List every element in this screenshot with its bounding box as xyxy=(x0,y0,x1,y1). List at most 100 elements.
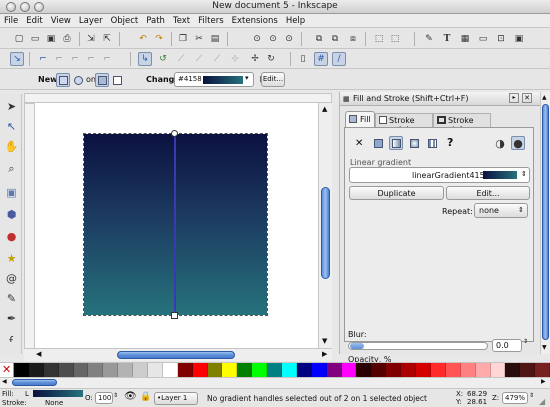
dialog-collapse-icon[interactable]: ▸ xyxy=(509,93,519,103)
fill-rule-nonzero-icon[interactable]: ● xyxy=(511,136,525,150)
scroll-up-icon[interactable]: ▲ xyxy=(322,105,327,113)
palette-swatch[interactable] xyxy=(58,363,74,377)
palette-swatch[interactable] xyxy=(73,363,89,377)
menu-extensions[interactable]: Extensions xyxy=(228,14,282,26)
menu-path[interactable]: Path xyxy=(142,14,169,26)
palette-scroll-thumb[interactable] xyxy=(12,379,57,386)
fill-stroke-icon[interactable]: ✎ xyxy=(422,32,436,46)
new-document-icon[interactable]: ▢ xyxy=(12,32,26,46)
menu-edit[interactable]: Edit xyxy=(22,14,46,26)
pattern-paint-button[interactable] xyxy=(425,136,439,150)
3d-box-tool-icon[interactable]: ⬢ xyxy=(3,206,20,223)
gradient-end-handle[interactable] xyxy=(171,312,178,319)
palette-swatch[interactable] xyxy=(103,363,119,377)
paste-icon[interactable]: ▤ xyxy=(208,32,222,46)
palette-swatch[interactable] xyxy=(282,363,297,377)
fill-indicator[interactable] xyxy=(33,390,83,397)
no-paint-icon[interactable]: ✕ xyxy=(355,138,363,149)
snap-center-icon[interactable]: ✢ xyxy=(248,52,262,66)
opacity-spin-icon[interactable]: ⇕ xyxy=(113,392,118,399)
palette-swatch[interactable] xyxy=(296,363,312,377)
snap-intersection-icon[interactable]: ⟋ xyxy=(174,52,188,66)
palette-swatch[interactable] xyxy=(28,363,44,377)
radial-gradient-paint-button[interactable] xyxy=(407,136,421,150)
unlink-clone-icon[interactable]: ⧈ xyxy=(346,32,360,46)
canvas-vertical-scrollbar[interactable]: ▲ ▼ xyxy=(318,103,332,349)
palette-swatch[interactable] xyxy=(490,363,506,377)
document-properties-icon[interactable]: ▣ xyxy=(512,32,526,46)
lock-icon[interactable]: 🔒 xyxy=(140,392,151,402)
tweak-tool-icon[interactable]: ✋ xyxy=(3,138,20,155)
duplicate-button[interactable]: Duplicate xyxy=(349,186,444,200)
eye-icon[interactable]: 👁 xyxy=(124,391,137,402)
palette-swatch[interactable] xyxy=(207,363,223,377)
group-icon[interactable]: ⬚ xyxy=(372,32,386,46)
snap-toggle-icon[interactable]: ↘ xyxy=(10,52,24,66)
palette-swatch[interactable] xyxy=(88,363,104,377)
palette-swatch[interactable] xyxy=(535,363,550,377)
pencil-tool-icon[interactable]: ✎ xyxy=(3,290,20,307)
undo-icon[interactable]: ↶ xyxy=(136,32,150,46)
dialog-scroll-thumb[interactable] xyxy=(542,104,549,340)
menu-object[interactable]: Object xyxy=(107,14,143,26)
palette-swatch[interactable] xyxy=(445,363,461,377)
palette-swatch[interactable] xyxy=(520,363,536,377)
palette-swatch[interactable] xyxy=(133,363,149,377)
palette-swatch[interactable] xyxy=(341,363,357,377)
edit-gradient-button[interactable]: Edit... xyxy=(261,72,285,87)
copy-icon[interactable]: ❐ xyxy=(176,32,190,46)
clone-icon[interactable]: ⧉ xyxy=(328,32,342,46)
unset-paint-button[interactable]: ? xyxy=(447,136,453,149)
text-font-icon[interactable]: T xyxy=(440,32,454,46)
blur-slider[interactable] xyxy=(348,342,488,350)
zoom-input[interactable]: 479% xyxy=(502,392,528,404)
menu-layer[interactable]: Layer xyxy=(75,14,107,26)
scroll-down-icon[interactable]: ▼ xyxy=(322,337,327,345)
snap-grid-icon[interactable]: # xyxy=(314,52,328,66)
zoom-tool-icon[interactable]: ⌕ xyxy=(3,160,20,177)
palette-swatch[interactable] xyxy=(177,363,193,377)
fill-rule-evenodd-icon[interactable]: ◑ xyxy=(493,136,507,150)
open-icon[interactable]: ▭ xyxy=(28,32,42,46)
selector-tool-icon[interactable]: ➤ xyxy=(3,98,20,115)
duplicate-icon[interactable]: ⧉ xyxy=(312,32,326,46)
palette-swatch[interactable] xyxy=(356,363,372,377)
snap-bbox-center-icon[interactable]: ⌐ xyxy=(100,52,114,66)
blur-input[interactable]: 0.0 xyxy=(492,339,522,352)
dialog-scroll-up-icon[interactable]: ▲ xyxy=(542,94,547,101)
menu-filters[interactable]: Filters xyxy=(194,14,227,26)
flat-color-button[interactable] xyxy=(371,136,385,150)
palette-swatch[interactable] xyxy=(237,363,253,377)
tab-stroke-style[interactable]: Stroke style xyxy=(433,113,491,134)
menu-file[interactable]: File xyxy=(0,14,22,26)
zoom-spin-icon[interactable]: ⇕ xyxy=(529,392,534,399)
palette-swatch[interactable] xyxy=(192,363,208,377)
vertical-scroll-thumb[interactable] xyxy=(321,187,330,279)
gradient-start-handle[interactable] xyxy=(171,130,178,137)
palette-scroll-right-icon[interactable]: ▶ xyxy=(541,378,546,385)
node-tool-icon[interactable]: ↖ xyxy=(3,118,20,135)
snap-bbox-icon[interactable]: ⌐ xyxy=(36,52,50,66)
palette-swatch[interactable] xyxy=(14,363,29,377)
palette-swatch[interactable] xyxy=(371,363,387,377)
stroke-value[interactable]: None xyxy=(45,399,63,407)
snap-bbox-corner-icon[interactable]: ⌐ xyxy=(68,52,82,66)
palette-swatch[interactable] xyxy=(505,363,521,377)
snap-bbox-edge-icon[interactable]: ⌐ xyxy=(52,52,66,66)
snap-rotation-icon[interactable]: ↻ xyxy=(264,52,278,66)
snap-paths-icon[interactable]: ↺ xyxy=(156,52,170,66)
palette-swatch[interactable] xyxy=(311,363,327,377)
snap-page-icon[interactable]: ▯ xyxy=(296,52,310,66)
horizontal-scroll-thumb[interactable] xyxy=(117,351,235,359)
tab-stroke-paint[interactable]: Stroke paint xyxy=(375,113,433,134)
palette-swatch[interactable] xyxy=(148,363,163,377)
save-icon[interactable]: ▣ xyxy=(44,32,58,46)
redo-icon[interactable]: ↷ xyxy=(152,32,166,46)
snap-nodes-icon[interactable]: ↳ xyxy=(138,52,152,66)
align-icon[interactable]: ▭ xyxy=(476,32,490,46)
dialog-close-icon[interactable]: ✕ xyxy=(522,93,532,103)
menu-text[interactable]: Text xyxy=(169,14,194,26)
palette-scroll-left-icon[interactable]: ◀ xyxy=(2,378,7,385)
canvas[interactable] xyxy=(35,103,318,348)
export-icon[interactable]: ⇱ xyxy=(100,32,114,46)
